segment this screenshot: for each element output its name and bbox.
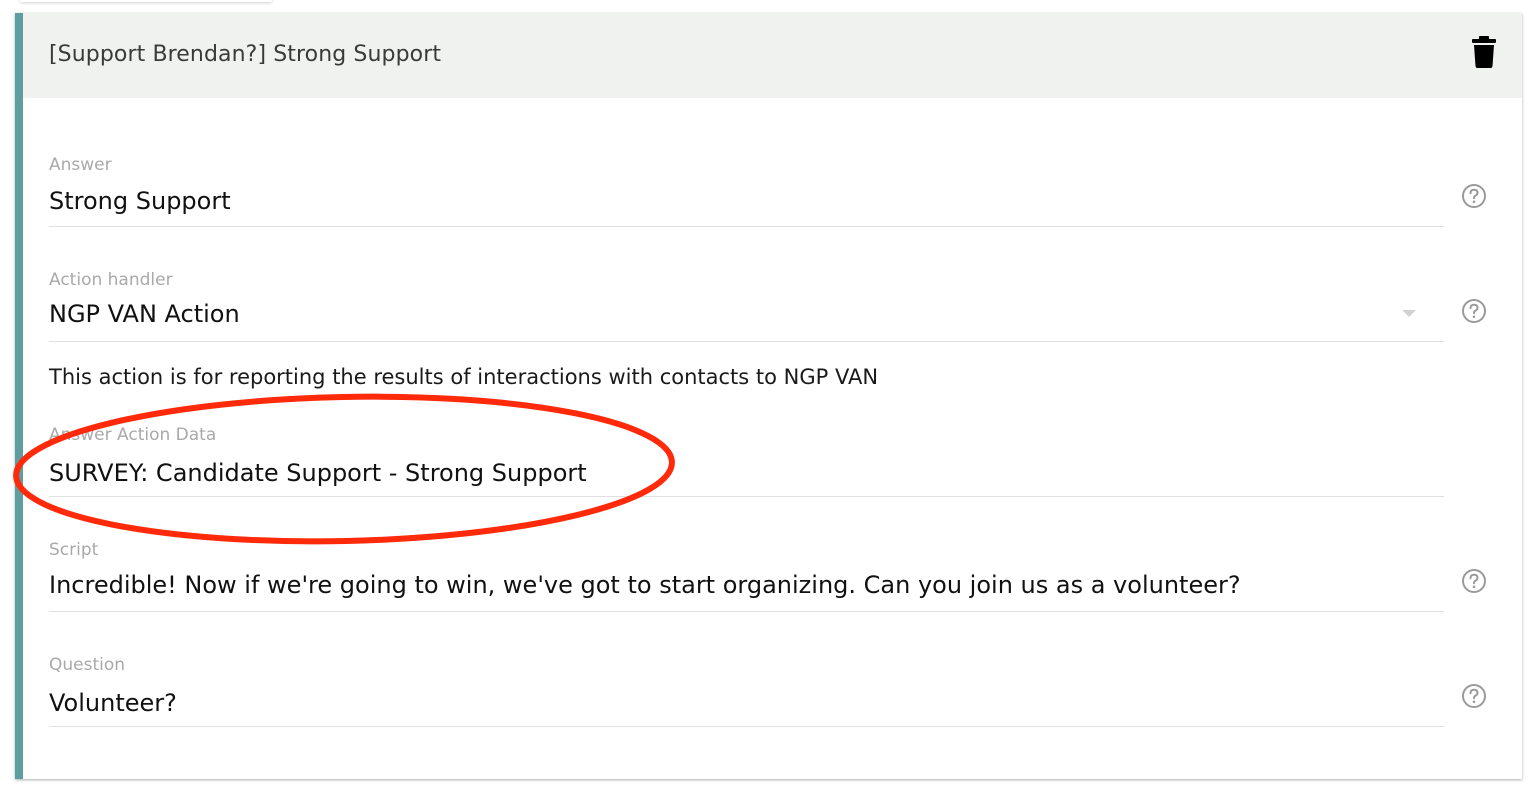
action-handler-description: This action is for reporting the results… [49,365,879,389]
action-handler-value[interactable]: NGP VAN Action [49,300,240,328]
answer-action-data-label: Answer Action Data [49,425,217,445]
card-header: [Support Brendan?] Strong Support [23,13,1522,98]
question-field[interactable]: Question Volunteer? [49,647,1444,727]
answer-value[interactable]: Strong Support [49,187,231,215]
question-value[interactable]: Volunteer? [49,689,177,717]
delete-button[interactable] [1470,35,1498,69]
question-label: Question [49,655,126,675]
question-help-icon[interactable] [1461,683,1487,709]
previous-card-edge [20,0,272,2]
answer-field[interactable]: Answer Strong Support [49,147,1444,227]
answer-option-card: [Support Brendan?] Strong Support Answer… [15,13,1522,779]
trash-icon [1472,36,1496,68]
answer-action-data-field[interactable]: Answer Action Data SURVEY: Candidate Sup… [49,417,1444,497]
action-handler-select[interactable]: Action handler NGP VAN Action [49,262,1444,342]
action-handler-help-icon[interactable] [1461,298,1487,324]
answer-label: Answer [49,155,112,175]
chevron-down-icon[interactable] [1402,310,1416,317]
answer-help-icon[interactable] [1461,183,1487,209]
script-help-icon[interactable] [1461,568,1487,594]
action-handler-label: Action handler [49,270,173,290]
script-value[interactable]: Incredible! Now if we're going to win, w… [49,571,1241,599]
script-label: Script [49,540,99,560]
answer-action-data-value[interactable]: SURVEY: Candidate Support - Strong Suppo… [49,459,587,487]
script-field[interactable]: Script Incredible! Now if we're going to… [49,532,1444,612]
card-title: [Support Brendan?] Strong Support [49,42,442,67]
